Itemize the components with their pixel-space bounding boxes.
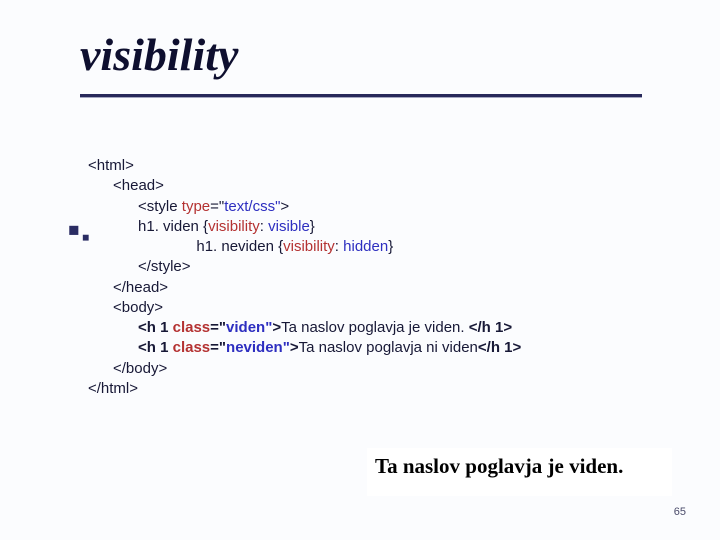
code-text: } [388, 238, 393, 255]
code-line: <head> [88, 177, 164, 194]
attr-value: viden" [226, 319, 272, 336]
css-val: hidden [343, 238, 388, 255]
title-underline-shadow [80, 97, 642, 98]
code-line: h1. neviden { [88, 238, 283, 255]
attr-name: class [173, 319, 211, 336]
attr-name: class [173, 339, 211, 356]
css-prop: visibility [208, 218, 260, 235]
code-line: </head> [88, 279, 168, 296]
code-line: </style> [88, 258, 191, 275]
code-text: =" [210, 339, 226, 356]
code-text: Ta naslov poglavja je viden. [281, 319, 469, 336]
code-line: <html> [88, 157, 134, 174]
code-block: <html> <head> <style type="text/css"> h1… [88, 156, 521, 399]
attr-value: neviden" [226, 339, 290, 356]
code-line: h1. viden { [88, 218, 208, 235]
code-text: } [310, 218, 315, 235]
code-text: > [290, 339, 299, 356]
css-val: visible [268, 218, 310, 235]
code-text: =" [210, 319, 226, 336]
css-prop: visibility [283, 238, 335, 255]
attr-value: text/css" [224, 198, 280, 215]
code-text: : [335, 238, 343, 255]
slide: visibility ◼ ◼ <html> <head> <style type… [0, 0, 720, 540]
page-number: 65 [674, 506, 686, 518]
code-line: <h 1 [88, 339, 173, 356]
rendered-output: Ta naslov poglavja je viden. [367, 448, 672, 496]
code-line: <h 1 [88, 319, 173, 336]
code-line: <style [88, 198, 182, 215]
code-text: > [272, 319, 281, 336]
code-line: </html> [88, 380, 138, 397]
code-text: </h 1> [469, 319, 512, 336]
code-text: : [260, 218, 268, 235]
code-text: Ta naslov poglavja ni viden [299, 339, 478, 356]
code-line: <body> [88, 299, 163, 316]
code-text: </h 1> [478, 339, 521, 356]
code-line: </body> [88, 360, 167, 377]
code-text: =" [210, 198, 224, 215]
code-text: > [280, 198, 289, 215]
attr-name: type [182, 198, 210, 215]
output-text: Ta naslov poglavja je viden. [375, 454, 623, 479]
slide-title: visibility [80, 28, 238, 81]
bullet-icon: ◼ [68, 221, 78, 231]
